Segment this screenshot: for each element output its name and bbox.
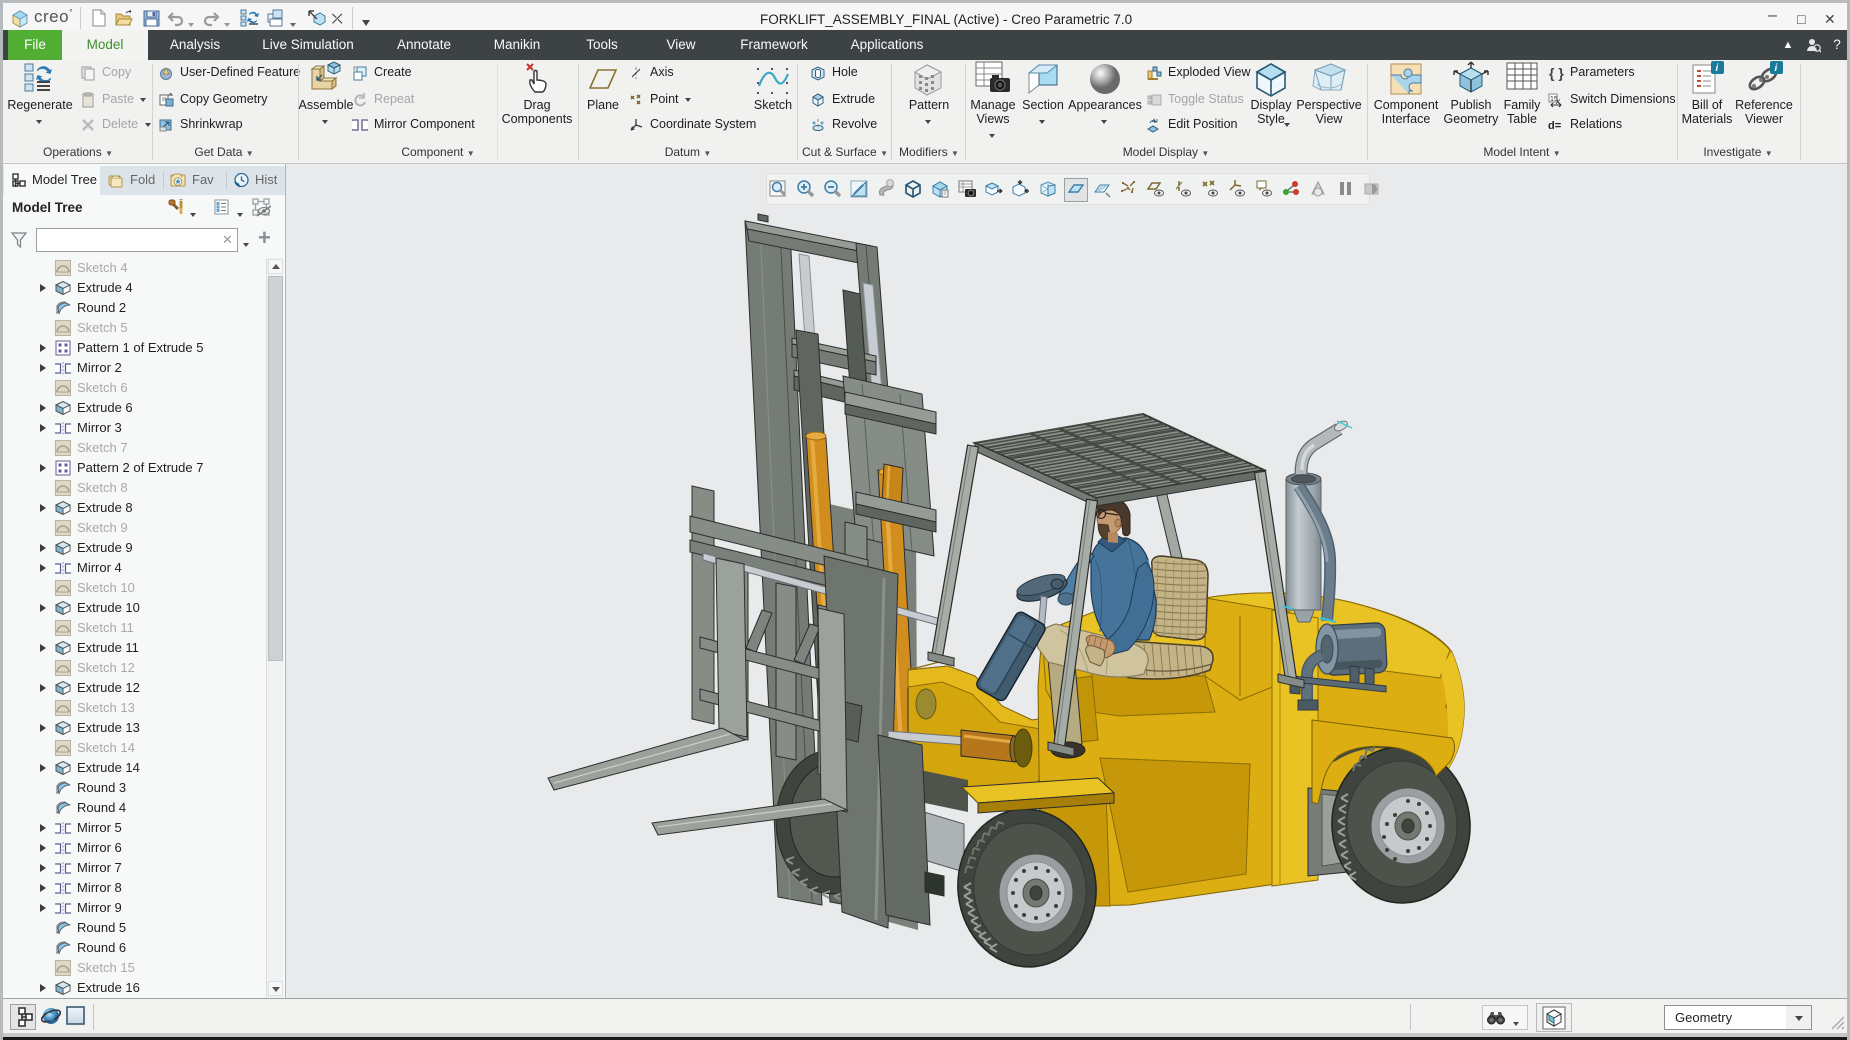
svg-text:d=: d= — [1548, 120, 1561, 132]
svg-text:i: i — [1716, 63, 1719, 74]
svg-text:i: i — [1775, 63, 1778, 74]
svg-text:{ }: { } — [1549, 65, 1564, 81]
